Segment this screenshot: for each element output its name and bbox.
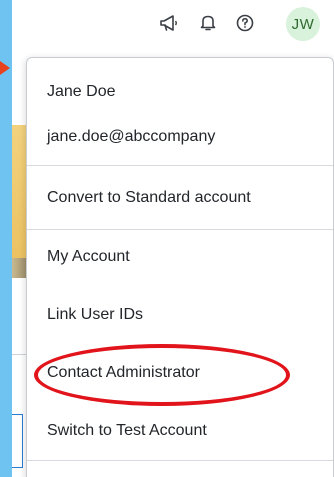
- help-icon[interactable]: [234, 12, 256, 34]
- user-name: Jane Doe: [47, 83, 116, 100]
- menu-divider: [27, 460, 333, 461]
- screenshot: JW Jane Doe jane.doe@abccompany Convert …: [0, 0, 334, 477]
- menu-item-link-user-ids[interactable]: Link User IDs: [47, 306, 143, 324]
- menu-item-my-account[interactable]: My Account: [47, 248, 130, 266]
- menu-item-contact-administrator[interactable]: Contact Administrator: [47, 364, 200, 382]
- background-input[interactable]: [12, 414, 23, 468]
- user-avatar[interactable]: JW: [286, 7, 320, 41]
- menu-divider: [27, 165, 333, 166]
- app-window: JW Jane Doe jane.doe@abccompany Convert …: [12, 0, 334, 477]
- annotation-arrow: [0, 61, 10, 75]
- top-bar: JW: [12, 0, 334, 46]
- menu-divider: [27, 229, 333, 230]
- convert-account-link[interactable]: Convert to Standard account: [47, 189, 251, 207]
- account-dropdown-menu: Jane Doe jane.doe@abccompany Convert to …: [26, 57, 334, 477]
- user-email: jane.doe@abccompany: [47, 128, 216, 145]
- bell-icon[interactable]: [197, 12, 219, 34]
- megaphone-icon[interactable]: [158, 12, 180, 34]
- menu-item-switch-test-account[interactable]: Switch to Test Account: [47, 422, 207, 440]
